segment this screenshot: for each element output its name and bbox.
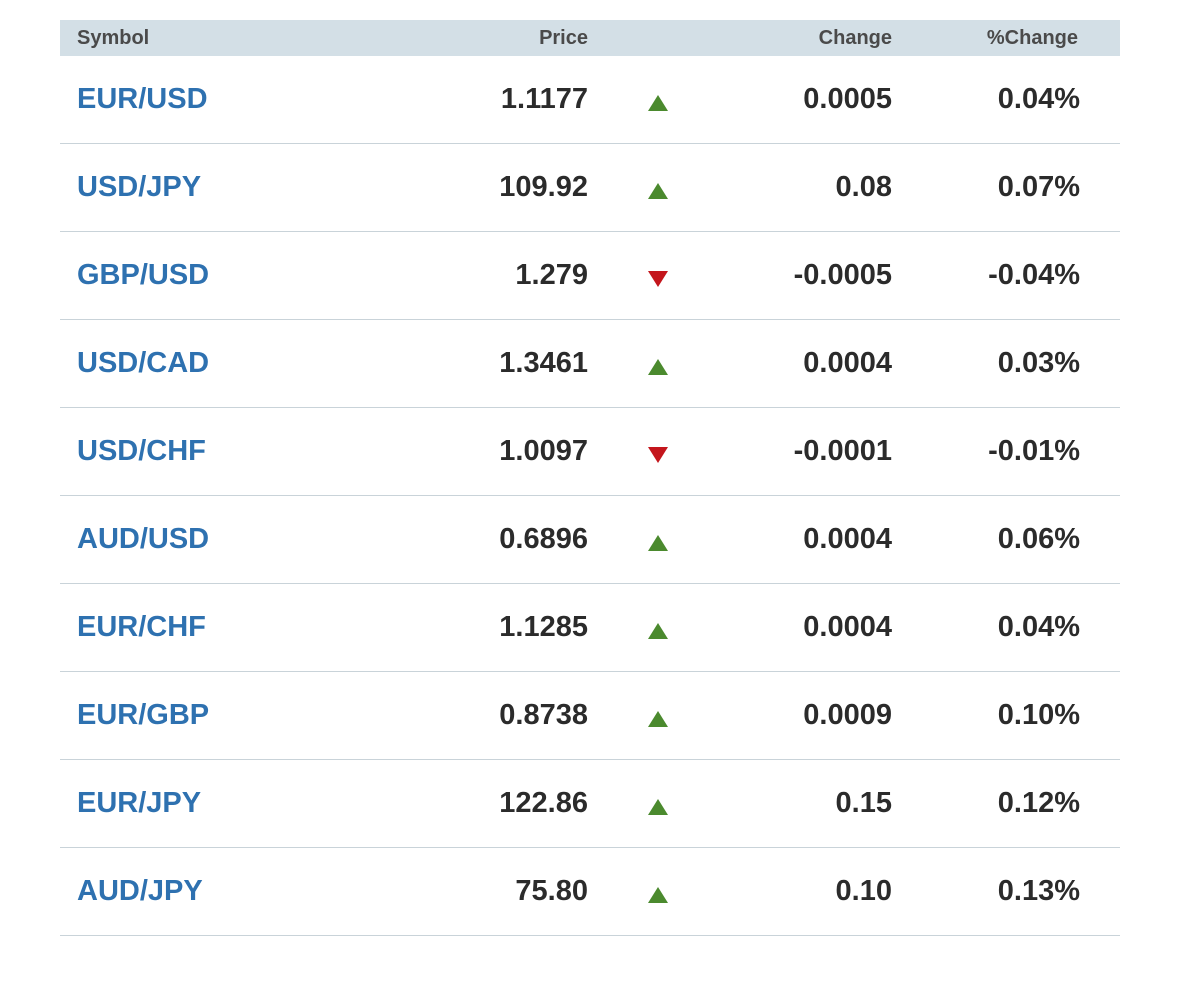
direction-cell [588, 705, 728, 727]
symbol-cell: EUR/JPY [60, 787, 360, 820]
arrow-up-icon [648, 182, 668, 199]
table-header-row: Symbol Price Change %Change [60, 20, 1120, 56]
pct-change-cell: -0.04% [988, 259, 1080, 291]
table-row: AUD/USD 0.6896 0.0004 0.06% [60, 496, 1120, 584]
arrow-up-icon [648, 534, 668, 551]
symbol-link[interactable]: EUR/CHF [77, 611, 206, 643]
price-cell: 1.1285 [499, 611, 588, 643]
price-cell: 1.0097 [499, 435, 588, 467]
change-cell: 0.08 [835, 171, 892, 203]
symbol-link[interactable]: EUR/JPY [77, 787, 201, 819]
change-cell: 0.0004 [803, 611, 892, 643]
symbol-cell: EUR/GBP [60, 699, 360, 732]
price-cell: 75.80 [515, 875, 588, 907]
direction-cell [588, 529, 728, 551]
change-cell: 0.10 [835, 875, 892, 907]
pct-change-cell: 0.10% [997, 699, 1080, 731]
change-cell: 0.0004 [803, 347, 892, 379]
symbol-cell: AUD/JPY [60, 875, 360, 908]
symbol-cell: USD/CAD [60, 347, 360, 380]
arrow-down-icon [648, 446, 668, 463]
pct-change-cell: 0.04% [997, 83, 1080, 115]
table-row: USD/CHF 1.0097 -0.0001 -0.01% [60, 408, 1120, 496]
symbol-link[interactable]: GBP/USD [77, 259, 209, 291]
table-row: EUR/JPY 122.86 0.15 0.12% [60, 760, 1120, 848]
table-row: GBP/USD 1.279 -0.0005 -0.04% [60, 232, 1120, 320]
currency-quote-table: Symbol Price Change %Change EUR/USD 1.117… [60, 20, 1120, 936]
arrow-up-icon [648, 710, 668, 727]
arrow-up-icon [648, 886, 668, 903]
change-cell: -0.0005 [793, 259, 892, 291]
price-cell: 122.86 [499, 787, 588, 819]
price-cell: 1.3461 [499, 347, 588, 379]
arrow-down-icon [648, 270, 668, 287]
price-cell: 0.6896 [499, 523, 588, 555]
pct-change-cell: 0.07% [997, 171, 1080, 203]
pct-change-cell: -0.01% [988, 435, 1080, 467]
pct-change-cell: 0.03% [997, 347, 1080, 379]
price-cell: 1.1177 [500, 83, 588, 115]
table-row: USD/CAD 1.3461 0.0004 0.03% [60, 320, 1120, 408]
change-cell: -0.0001 [793, 435, 892, 467]
header-change: Change [818, 26, 892, 49]
symbol-link[interactable]: USD/CAD [77, 347, 209, 379]
table-body: EUR/USD 1.1177 0.0005 0.04% USD/JPY 109.92 0.0… [60, 56, 1120, 936]
table-row: EUR/GBP 0.8738 0.0009 0.10% [60, 672, 1120, 760]
change-cell: 0.0009 [803, 699, 892, 731]
symbol-cell: EUR/CHF [60, 611, 360, 644]
pct-change-cell: 0.13% [997, 875, 1080, 907]
change-cell: 0.0004 [803, 523, 892, 555]
symbol-link[interactable]: AUD/JPY [77, 875, 203, 907]
header-pct-change: %Change [986, 26, 1078, 49]
direction-cell [588, 89, 728, 111]
pct-change-cell: 0.04% [997, 611, 1080, 643]
header-price: Price [539, 26, 588, 49]
table-row: EUR/USD 1.1177 0.0005 0.04% [60, 56, 1120, 144]
table-row: USD/JPY 109.92 0.08 0.07% [60, 144, 1120, 232]
price-cell: 109.92 [499, 171, 588, 203]
symbol-cell: GBP/USD [60, 259, 360, 292]
direction-cell [588, 177, 728, 199]
symbol-cell: AUD/USD [60, 523, 360, 556]
change-cell: 0.15 [835, 787, 892, 819]
symbol-cell: EUR/USD [60, 83, 360, 116]
change-cell: 0.0005 [803, 83, 892, 115]
direction-cell [588, 265, 728, 287]
direction-cell [588, 881, 728, 903]
direction-cell [588, 353, 728, 375]
symbol-link[interactable]: AUD/USD [77, 523, 209, 555]
direction-cell [588, 617, 728, 639]
header-symbol: Symbol [77, 26, 150, 49]
symbol-link[interactable]: USD/CHF [77, 435, 206, 467]
symbol-link[interactable]: USD/JPY [77, 171, 201, 203]
symbol-cell: USD/CHF [60, 435, 360, 468]
direction-cell [588, 793, 728, 815]
pct-change-cell: 0.12% [997, 787, 1080, 819]
price-cell: 0.8738 [499, 699, 588, 731]
arrow-up-icon [648, 94, 668, 111]
direction-cell [588, 441, 728, 463]
symbol-cell: USD/JPY [60, 171, 360, 204]
symbol-link[interactable]: EUR/USD [77, 83, 208, 115]
pct-change-cell: 0.06% [997, 523, 1080, 555]
price-cell: 1.279 [515, 259, 588, 291]
symbol-link[interactable]: EUR/GBP [77, 699, 209, 731]
arrow-up-icon [648, 622, 668, 639]
arrow-up-icon [648, 358, 668, 375]
table-row: AUD/JPY 75.80 0.10 0.13% [60, 848, 1120, 936]
arrow-up-icon [648, 798, 668, 815]
table-row: EUR/CHF 1.1285 0.0004 0.04% [60, 584, 1120, 672]
